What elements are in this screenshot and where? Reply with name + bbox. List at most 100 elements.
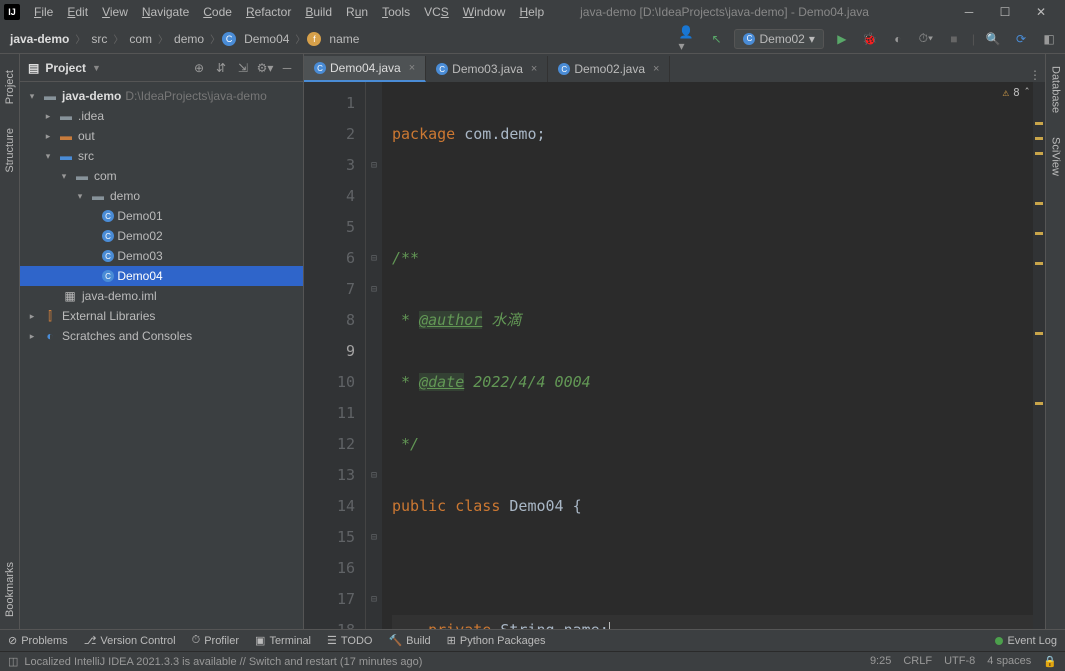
error-stripe[interactable] — [1033, 82, 1045, 629]
field-icon: f — [307, 32, 321, 46]
crumb-class[interactable]: Demo04 — [240, 30, 293, 48]
window-title: java-demo [D:\IdeaProjects\java-demo] - … — [550, 5, 957, 19]
search-button[interactable]: 🔍 — [983, 29, 1003, 49]
readonly-lock-icon[interactable]: 🔒 — [1043, 655, 1057, 668]
menu-vcs[interactable]: VCS — [418, 3, 455, 21]
coverage-button[interactable]: ◐ — [888, 29, 908, 49]
left-tool-tabs: Project Structure Bookmarks — [0, 54, 20, 629]
tree-file-demo04[interactable]: C Demo04 — [20, 266, 303, 286]
prev-highlight-icon[interactable]: ˆ — [1024, 86, 1031, 99]
build-icon[interactable]: ↖ — [706, 29, 726, 49]
panel-title-text: Project — [45, 61, 86, 75]
tree-idea[interactable]: ▸▬ .idea — [20, 106, 303, 126]
debug-button[interactable]: 🐞 — [860, 29, 880, 49]
menu-navigate[interactable]: Navigate — [136, 3, 195, 21]
tab-project[interactable]: Project — [2, 58, 18, 116]
warning-count: 8 — [1013, 86, 1020, 99]
tool-python[interactable]: ⊞Python Packages — [447, 634, 546, 647]
menu-window[interactable]: Window — [457, 3, 512, 21]
title-bar: IJ File Edit View Navigate Code Refactor… — [0, 0, 1065, 24]
select-opened-icon[interactable]: ⊕ — [191, 60, 207, 76]
crumb-root[interactable]: java-demo — [6, 30, 73, 48]
line-gutter: 12345678 9 101112131415161718 — [304, 82, 366, 629]
right-tool-tabs: Database SciView — [1045, 54, 1065, 629]
tool-todo[interactable]: ☰TODO — [327, 634, 372, 647]
menu-edit[interactable]: Edit — [61, 3, 94, 21]
run-config-select[interactable]: C Demo02 ▾ — [734, 29, 823, 49]
sync-button[interactable]: ⟳ — [1011, 29, 1031, 49]
line-separator[interactable]: CRLF — [903, 655, 932, 668]
menu-refactor[interactable]: Refactor — [240, 3, 297, 21]
tab-sciview[interactable]: SciView — [1048, 125, 1064, 188]
menu-code[interactable]: Code — [197, 3, 238, 21]
tab-structure[interactable]: Structure — [2, 116, 18, 185]
menu-tools[interactable]: Tools — [376, 3, 416, 21]
profile-button[interactable]: ⏱▾ — [916, 29, 936, 49]
project-tree: ▾ ▬ java-demo D:\IdeaProjects\java-demo … — [20, 82, 303, 350]
tab-database[interactable]: Database — [1048, 54, 1064, 125]
chevron-down-icon[interactable]: ▼ — [92, 63, 101, 73]
crumb-src[interactable]: src — [87, 30, 111, 48]
caret-position[interactable]: 9:25 — [870, 655, 891, 668]
warning-icon[interactable]: ⚠ — [1003, 86, 1010, 99]
tree-com[interactable]: ▾▬ com — [20, 166, 303, 186]
expand-all-icon[interactable]: ⇵ — [213, 60, 229, 76]
hide-panel-icon[interactable]: ─ — [279, 60, 295, 76]
crumb-demo[interactable]: demo — [170, 30, 208, 48]
settings-icon[interactable]: ⚙▾ — [257, 60, 273, 76]
tab-demo04[interactable]: CDemo04.java× — [304, 56, 426, 82]
close-icon[interactable]: × — [409, 62, 415, 74]
breadcrumb: java-demo 〉 src 〉 com 〉 demo 〉 C Demo04 … — [6, 30, 678, 48]
tab-bookmarks[interactable]: Bookmarks — [2, 550, 18, 629]
tool-build[interactable]: 🔨Build — [388, 634, 430, 647]
maximize-button[interactable]: ☐ — [993, 4, 1017, 20]
minimize-button[interactable]: ─ — [957, 4, 981, 20]
tab-demo02[interactable]: CDemo02.java× — [548, 56, 670, 82]
bottom-toolbar: ⊘Problems ⎇Version Control ⏱Profiler ▣Te… — [0, 629, 1065, 651]
menu-help[interactable]: Help — [513, 3, 550, 21]
tree-out[interactable]: ▸▬ out — [20, 126, 303, 146]
tool-terminal[interactable]: ▣Terminal — [255, 634, 311, 647]
chevron-down-icon: ▾ — [809, 32, 815, 46]
user-icon[interactable]: 👤▾ — [678, 29, 698, 49]
stop-button[interactable]: ■ — [944, 29, 964, 49]
tool-profiler[interactable]: ⏱Profiler — [192, 634, 239, 647]
menu-file[interactable]: File — [28, 3, 59, 21]
status-message[interactable]: Localized IntelliJ IDEA 2021.3.3 is avai… — [24, 656, 870, 668]
tree-root[interactable]: ▾ ▬ java-demo D:\IdeaProjects\java-demo — [20, 86, 303, 106]
project-tool-icon: ▤ — [28, 61, 39, 75]
crumb-com[interactable]: com — [125, 30, 156, 48]
main-menu: File Edit View Navigate Code Refactor Bu… — [28, 3, 550, 21]
close-button[interactable]: ✕ — [1029, 4, 1053, 20]
menu-run[interactable]: Run — [340, 3, 374, 21]
editor-body[interactable]: ⚠ 8 ˆ ˇ 12345678 9 101112131415161718 ⊟ … — [304, 82, 1045, 629]
tree-file-demo01[interactable]: C Demo01 — [20, 206, 303, 226]
tab-demo03[interactable]: CDemo03.java× — [426, 56, 548, 82]
app-logo: IJ — [4, 4, 20, 20]
ide-features-button[interactable]: ◧ — [1039, 29, 1059, 49]
tree-demo[interactable]: ▾▬ demo — [20, 186, 303, 206]
tool-window-toggle-icon[interactable]: ◫ — [8, 655, 18, 668]
indent-info[interactable]: 4 spaces — [987, 655, 1031, 668]
menu-build[interactable]: Build — [299, 3, 338, 21]
menu-view[interactable]: View — [96, 3, 134, 21]
tool-event-log[interactable]: Event Log — [995, 635, 1057, 647]
class-icon: C — [222, 32, 236, 46]
tool-vcs[interactable]: ⎇Version Control — [84, 634, 176, 647]
tool-problems[interactable]: ⊘Problems — [8, 634, 68, 647]
run-button[interactable]: ▶ — [832, 29, 852, 49]
crumb-field[interactable]: name — [325, 30, 363, 48]
tree-file-demo03[interactable]: C Demo03 — [20, 246, 303, 266]
project-panel: ▤ Project ▼ ⊕ ⇵ ⇲ ⚙▾ ─ ▾ ▬ java-demo D:\… — [20, 54, 304, 629]
code-area[interactable]: package com.demo; /** * @author 水滴 * @da… — [382, 82, 1033, 629]
tree-iml[interactable]: ▦java-demo.iml — [20, 286, 303, 306]
tree-src[interactable]: ▾▬ src — [20, 146, 303, 166]
close-icon[interactable]: × — [531, 63, 537, 75]
collapse-all-icon[interactable]: ⇲ — [235, 60, 251, 76]
tree-ext-lib[interactable]: ▸⫿ External Libraries — [20, 306, 303, 326]
file-encoding[interactable]: UTF-8 — [944, 655, 975, 668]
close-icon[interactable]: × — [653, 63, 659, 75]
tabs-overflow-icon[interactable]: ⋮ — [1025, 68, 1045, 82]
tree-file-demo02[interactable]: C Demo02 — [20, 226, 303, 246]
tree-scratches[interactable]: ▸◐ Scratches and Consoles — [20, 326, 303, 346]
